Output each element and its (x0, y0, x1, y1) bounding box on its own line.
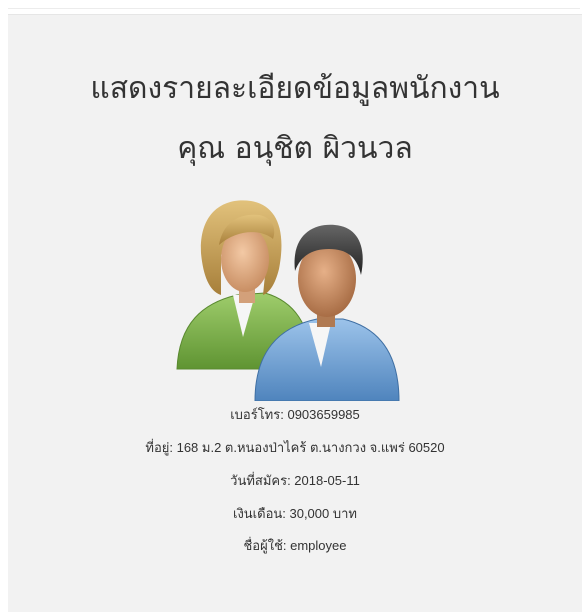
top-divider (8, 8, 580, 9)
start-date-text: วันที่สมัคร: 2018-05-11 (230, 473, 360, 488)
page: แสดงรายละเอียดข้อมูลพนักงาน คุณ อนุชิต ผ… (0, 0, 582, 612)
employee-name: คุณ อนุชิต ผิวนวล (177, 131, 413, 166)
employees-icon (176, 200, 400, 401)
phone-text: เบอร์โทร: 0903659985 (230, 407, 360, 422)
employee-detail-card: แสดงรายละเอียดข้อมูลพนักงาน คุณ อนุชิต ผ… (8, 14, 582, 612)
username-text: ชื่อผู้ใช้: employee (243, 538, 347, 553)
salary-text: เงินเดือน: 30,000 บาท (233, 506, 357, 521)
page-title: แสดงรายละเอียดข้อมูลพนักงาน (90, 71, 500, 106)
address-text: ที่อยู่: 168 ม.2 ต.หนองป่าไคร้ ต.นางกวง … (145, 440, 445, 455)
